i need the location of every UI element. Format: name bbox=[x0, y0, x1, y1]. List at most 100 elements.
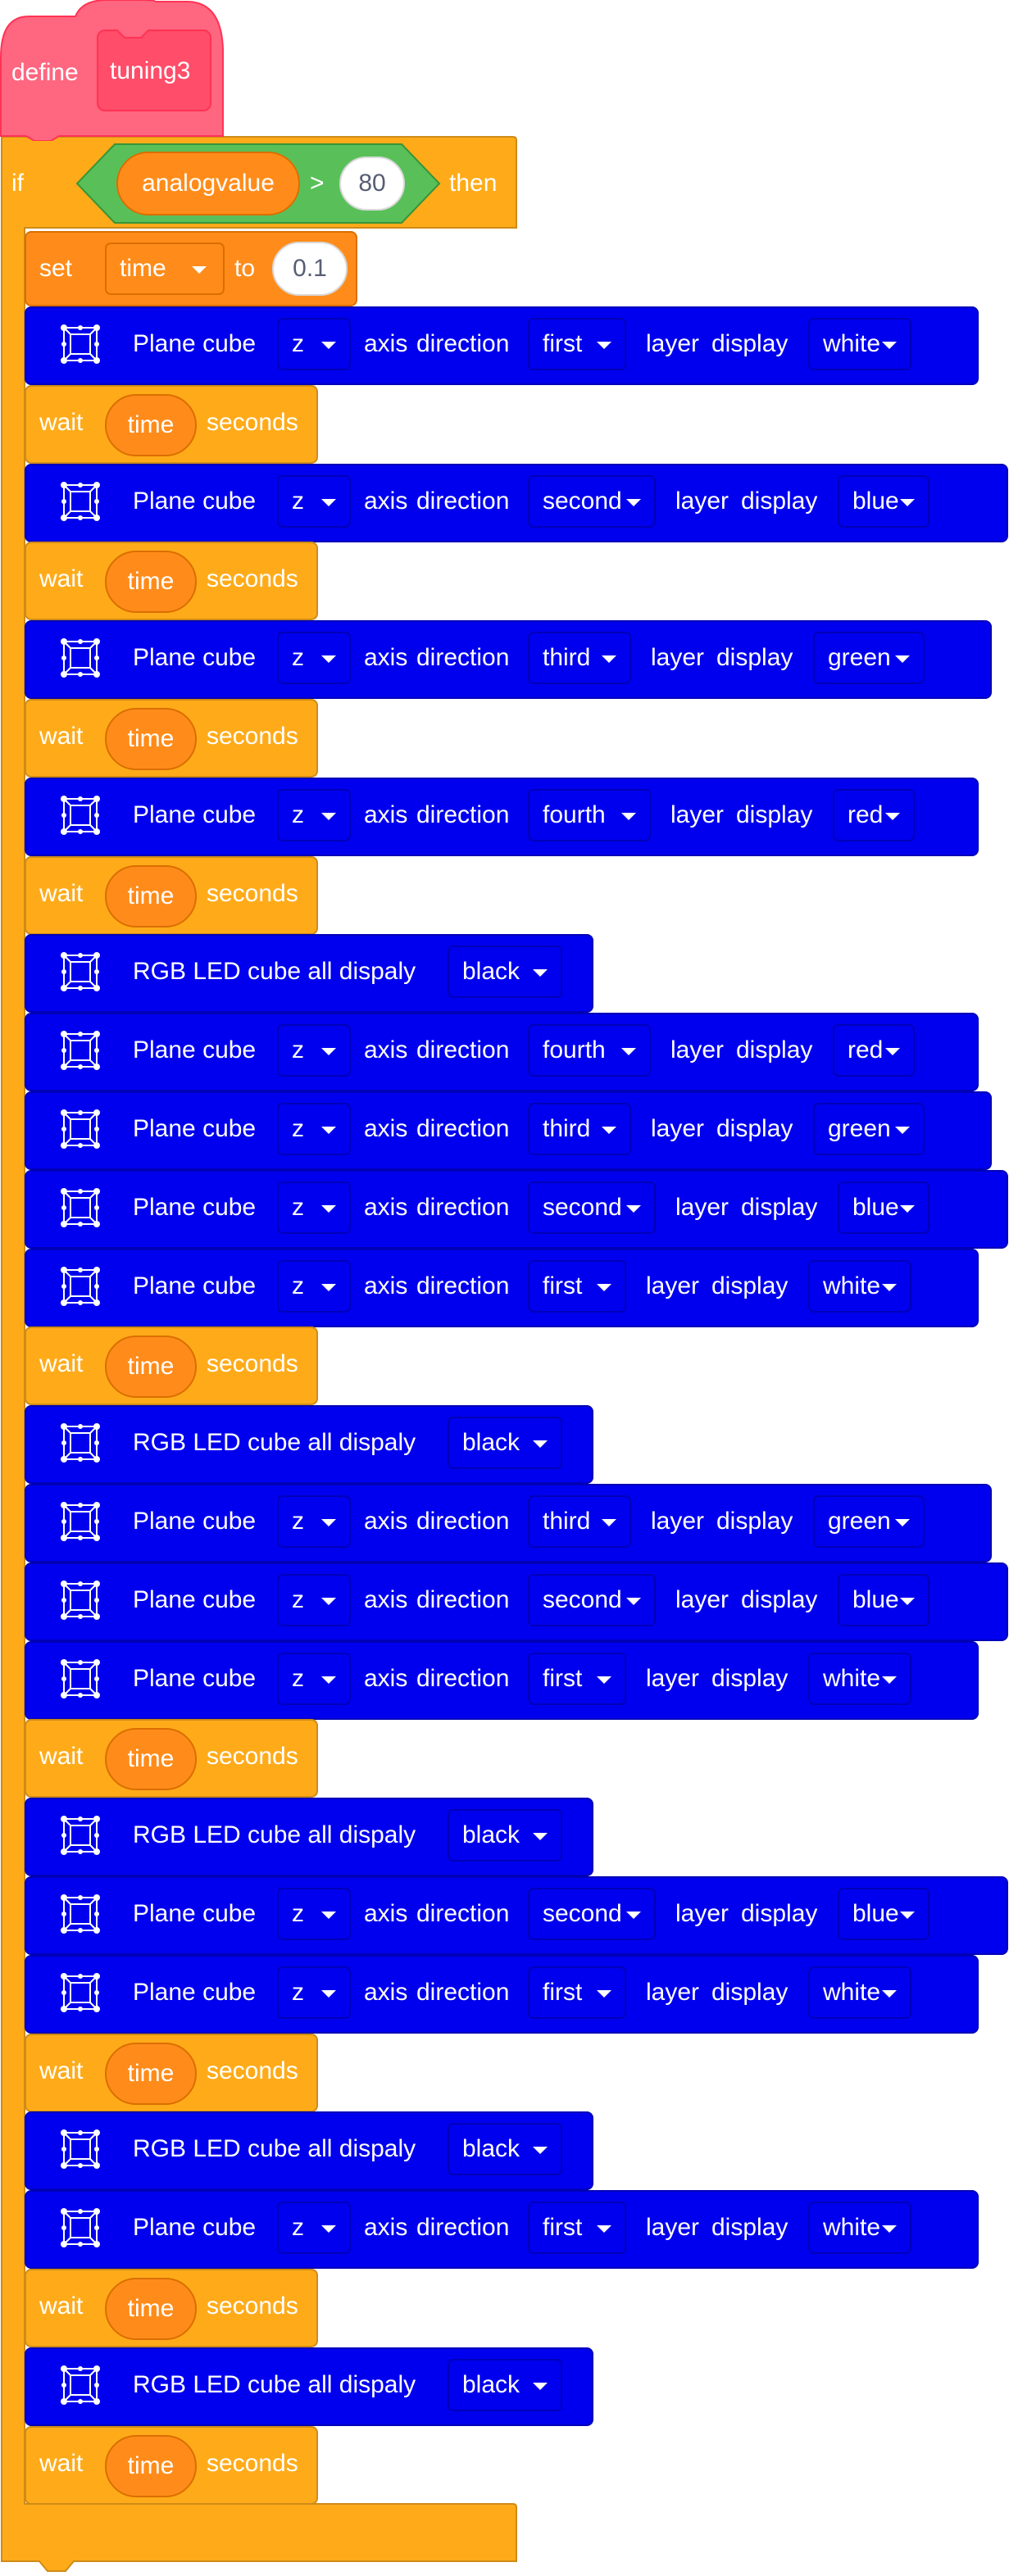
color-dropdown[interactable]: blue bbox=[838, 1574, 929, 1626]
plane-cube-block[interactable]: Plane cube z axis direction second layer displ… bbox=[25, 1562, 1008, 1641]
time-reporter[interactable]: time bbox=[105, 394, 197, 456]
wait-block[interactable]: wait time seconds bbox=[25, 699, 318, 778]
axis-dropdown[interactable]: z bbox=[277, 1888, 351, 1940]
color-dropdown[interactable]: blue bbox=[838, 1181, 929, 1234]
color-dropdown[interactable]: red bbox=[833, 1024, 915, 1077]
plane-cube-block[interactable]: Plane cube z axis direction third layer displa… bbox=[25, 1484, 992, 1562]
layer-dropdown[interactable]: fourth bbox=[528, 789, 651, 841]
wait-block[interactable]: wait time seconds bbox=[25, 2426, 318, 2505]
layer-dropdown[interactable]: second bbox=[528, 1574, 656, 1626]
plane-cube-block[interactable]: Plane cube z axis direction second layer displ… bbox=[25, 1876, 1008, 1955]
color-dropdown[interactable]: black bbox=[448, 1809, 562, 1862]
layer-label: layer bbox=[646, 1272, 700, 1299]
layer-dropdown[interactable]: second bbox=[528, 475, 656, 528]
axis-dropdown[interactable]: z bbox=[277, 1574, 351, 1626]
color-dropdown[interactable]: black bbox=[448, 946, 562, 998]
set-variable-block[interactable]: set time to 0.1 bbox=[25, 231, 357, 306]
plane-cube-block[interactable]: Plane cube z axis direction second layer displ… bbox=[25, 1170, 1008, 1249]
layer-dropdown[interactable]: fourth bbox=[528, 1024, 651, 1077]
layer-dropdown[interactable]: third bbox=[528, 632, 631, 684]
threshold-input[interactable]: 80 bbox=[339, 156, 405, 211]
color-dropdown[interactable]: blue bbox=[838, 475, 929, 528]
time-reporter[interactable]: time bbox=[105, 2435, 197, 2497]
layer-dropdown[interactable]: third bbox=[528, 1103, 631, 1155]
plane-cube-block[interactable]: Plane cube z axis direction first layer displa… bbox=[25, 1641, 979, 1720]
wait-block[interactable]: wait time seconds bbox=[25, 856, 318, 935]
color-dropdown[interactable]: red bbox=[833, 789, 915, 841]
wait-block[interactable]: wait time seconds bbox=[25, 2034, 318, 2112]
layer-dropdown-value: second bbox=[543, 488, 622, 515]
plane-cube-block[interactable]: Plane cube z axis direction first layer displa… bbox=[25, 1249, 979, 1327]
plane-cube-block[interactable]: Plane cube z axis direction fourth layer displ… bbox=[25, 1013, 979, 1091]
axis-dropdown[interactable]: z bbox=[277, 789, 351, 841]
color-dropdown[interactable]: green bbox=[813, 632, 925, 684]
plane-cube-label: Plane cube bbox=[133, 644, 257, 671]
axis-dropdown[interactable]: z bbox=[277, 1653, 351, 1705]
rgb-cube-all-block[interactable]: RGB LED cube all dispaly black bbox=[25, 2347, 593, 2426]
layer-label: layer bbox=[646, 1665, 700, 1692]
time-reporter[interactable]: time bbox=[105, 2278, 197, 2340]
plane-cube-block[interactable]: Plane cube z axis direction second layer displ… bbox=[25, 464, 1008, 542]
wait-block[interactable]: wait time seconds bbox=[25, 2269, 318, 2347]
analogvalue-reporter[interactable]: analogvalue bbox=[116, 152, 300, 215]
axis-dropdown[interactable]: z bbox=[277, 1181, 351, 1234]
rgb-cube-all-block[interactable]: RGB LED cube all dispaly black bbox=[25, 934, 593, 1013]
axis-label: axis bbox=[364, 488, 408, 515]
color-dropdown[interactable]: green bbox=[813, 1495, 925, 1548]
set-value-input[interactable]: 0.1 bbox=[272, 242, 348, 296]
layer-dropdown-value: third bbox=[543, 1508, 591, 1535]
rgb-cube-all-block[interactable]: RGB LED cube all dispaly black bbox=[25, 1798, 593, 1876]
axis-dropdown[interactable]: z bbox=[277, 2202, 351, 2254]
chevron-down-icon bbox=[533, 2147, 548, 2154]
color-dropdown[interactable]: white bbox=[808, 2202, 911, 2254]
color-dropdown[interactable]: white bbox=[808, 1653, 911, 1705]
wait-block[interactable]: wait time seconds bbox=[25, 385, 318, 464]
time-reporter[interactable]: time bbox=[105, 2043, 197, 2105]
color-dropdown[interactable]: white bbox=[808, 1966, 911, 2019]
layer-dropdown[interactable]: second bbox=[528, 1888, 656, 1940]
time-reporter[interactable]: time bbox=[105, 865, 197, 927]
rgb-cube-all-block[interactable]: RGB LED cube all dispaly black bbox=[25, 2111, 593, 2190]
axis-dropdown[interactable]: z bbox=[277, 632, 351, 684]
chevron-down-icon bbox=[885, 1048, 900, 1055]
axis-dropdown[interactable]: z bbox=[277, 1260, 351, 1313]
axis-dropdown[interactable]: z bbox=[277, 1966, 351, 2019]
wait-block[interactable]: wait time seconds bbox=[25, 1719, 318, 1798]
time-reporter[interactable]: time bbox=[105, 551, 197, 613]
axis-dropdown[interactable]: z bbox=[277, 318, 351, 370]
color-dropdown[interactable]: black bbox=[448, 2123, 562, 2175]
plane-cube-block[interactable]: Plane cube z axis direction first layer displa… bbox=[25, 2190, 979, 2269]
layer-dropdown[interactable]: first bbox=[528, 1653, 626, 1705]
axis-dropdown[interactable]: z bbox=[277, 1024, 351, 1077]
axis-dropdown[interactable]: z bbox=[277, 1495, 351, 1548]
color-dropdown[interactable]: green bbox=[813, 1103, 925, 1155]
color-dropdown[interactable]: blue bbox=[838, 1888, 929, 1940]
layer-dropdown[interactable]: third bbox=[528, 1495, 631, 1548]
custom-block-prototype[interactable]: tuning3 bbox=[97, 29, 211, 111]
chevron-down-icon bbox=[533, 969, 548, 977]
plane-cube-block[interactable]: Plane cube z axis direction fourth layer displ… bbox=[25, 778, 979, 856]
plane-cube-block[interactable]: Plane cube z axis direction first layer displa… bbox=[25, 1955, 979, 2034]
color-dropdown[interactable]: white bbox=[808, 318, 911, 370]
axis-dropdown[interactable]: z bbox=[277, 1103, 351, 1155]
rgb-cube-all-block[interactable]: RGB LED cube all dispaly black bbox=[25, 1405, 593, 1484]
layer-dropdown[interactable]: first bbox=[528, 318, 626, 370]
color-dropdown[interactable]: white bbox=[808, 1260, 911, 1313]
variable-dropdown[interactable]: time bbox=[105, 243, 225, 295]
color-dropdown[interactable]: black bbox=[448, 1417, 562, 1469]
time-reporter[interactable]: time bbox=[105, 708, 197, 770]
axis-dropdown[interactable]: z bbox=[277, 475, 351, 528]
color-dropdown[interactable]: black bbox=[448, 2359, 562, 2411]
layer-dropdown[interactable]: first bbox=[528, 1260, 626, 1313]
plane-cube-block[interactable]: Plane cube z axis direction first layer displa… bbox=[25, 306, 979, 385]
time-reporter[interactable]: time bbox=[105, 1336, 197, 1398]
layer-dropdown[interactable]: first bbox=[528, 2202, 626, 2254]
layer-dropdown[interactable]: first bbox=[528, 1966, 626, 2019]
wait-block[interactable]: wait time seconds bbox=[25, 542, 318, 620]
layer-dropdown[interactable]: second bbox=[528, 1181, 656, 1234]
rgb-cube-label: RGB LED cube all dispaly bbox=[133, 1429, 416, 1456]
time-reporter[interactable]: time bbox=[105, 1728, 197, 1790]
wait-block[interactable]: wait time seconds bbox=[25, 1327, 318, 1405]
plane-cube-block[interactable]: Plane cube z axis direction third layer displa… bbox=[25, 1091, 992, 1170]
plane-cube-block[interactable]: Plane cube z axis direction third layer displa… bbox=[25, 620, 992, 699]
